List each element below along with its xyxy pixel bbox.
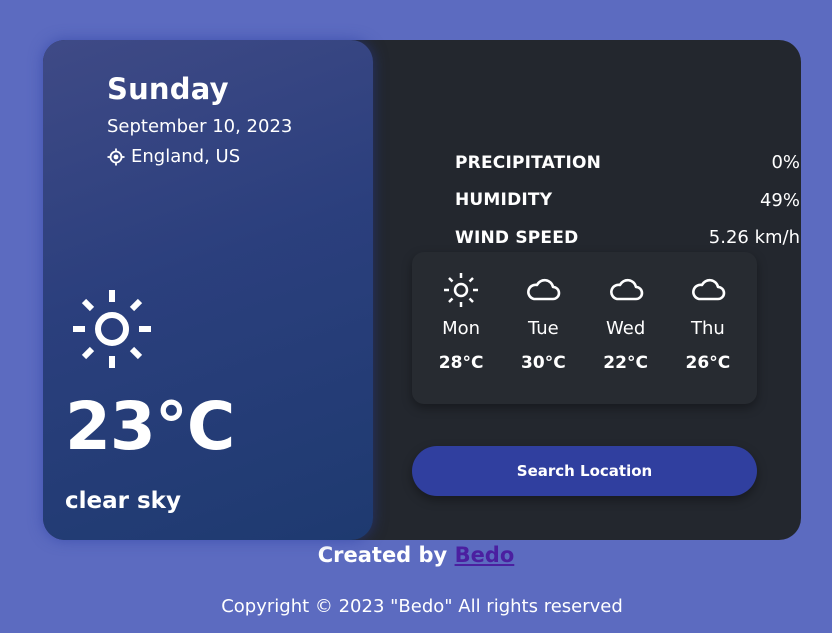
- stat-value: 5.26 km/h: [708, 227, 800, 249]
- current-temperature: 23°C: [65, 388, 235, 465]
- copyright-text: Copyright © 2023 "Bedo" All rights reser…: [221, 596, 623, 617]
- forecast-day: Wed: [606, 318, 646, 339]
- current-location: England, US: [107, 146, 240, 167]
- forecast-item-mon: Mon 28°C: [426, 252, 496, 404]
- sun-icon: [71, 288, 153, 370]
- current-weather-panel: Sunday September 10, 2023 England, US 23…: [43, 40, 373, 540]
- cloud-icon: [608, 272, 644, 308]
- forecast-item-tue: Tue 30°C: [508, 252, 578, 404]
- weather-stats: PRECIPITATION 0% HUMIDITY 49% WIND SPEED…: [455, 144, 800, 257]
- forecast-day: Mon: [442, 318, 481, 339]
- cloud-icon: [690, 272, 726, 308]
- credit-line: Created by Bedo: [0, 543, 832, 567]
- stat-row-wind-speed: WIND SPEED 5.26 km/h: [455, 219, 800, 257]
- current-date: September 10, 2023: [107, 116, 293, 137]
- weather-condition: clear sky: [65, 488, 181, 514]
- stat-label: PRECIPITATION: [455, 152, 602, 173]
- stat-value: 49%: [759, 189, 800, 211]
- forecast-temp: 28°C: [438, 353, 484, 373]
- location-text: England, US: [131, 146, 241, 167]
- author-link[interactable]: Bedo: [455, 543, 515, 567]
- stat-label: WIND SPEED: [455, 227, 579, 248]
- stat-value: 0%: [771, 152, 800, 174]
- forecast-item-thu: Thu 26°C: [673, 252, 743, 404]
- stat-row-precipitation: PRECIPITATION 0%: [455, 144, 800, 182]
- current-day: Sunday: [107, 72, 229, 106]
- sun-icon: [443, 272, 479, 308]
- stat-row-humidity: HUMIDITY 49%: [455, 182, 800, 220]
- stat-label: HUMIDITY: [455, 190, 553, 211]
- search-location-button[interactable]: Search Location: [412, 446, 757, 496]
- credit-prefix: Created by: [317, 543, 448, 567]
- forecast-temp: 30°C: [521, 353, 566, 373]
- forecast-temp: 22°C: [603, 353, 648, 373]
- location-pin-icon: [107, 148, 125, 166]
- forecast-day: Thu: [690, 318, 725, 339]
- forecast-day: Tue: [528, 318, 559, 339]
- forecast-panel: Mon 28°C Tue 30°C Wed 22°C Thu 26°C: [412, 252, 757, 404]
- cloud-icon: [525, 272, 561, 308]
- forecast-temp: 26°C: [685, 353, 731, 373]
- forecast-item-wed: Wed 22°C: [591, 252, 661, 404]
